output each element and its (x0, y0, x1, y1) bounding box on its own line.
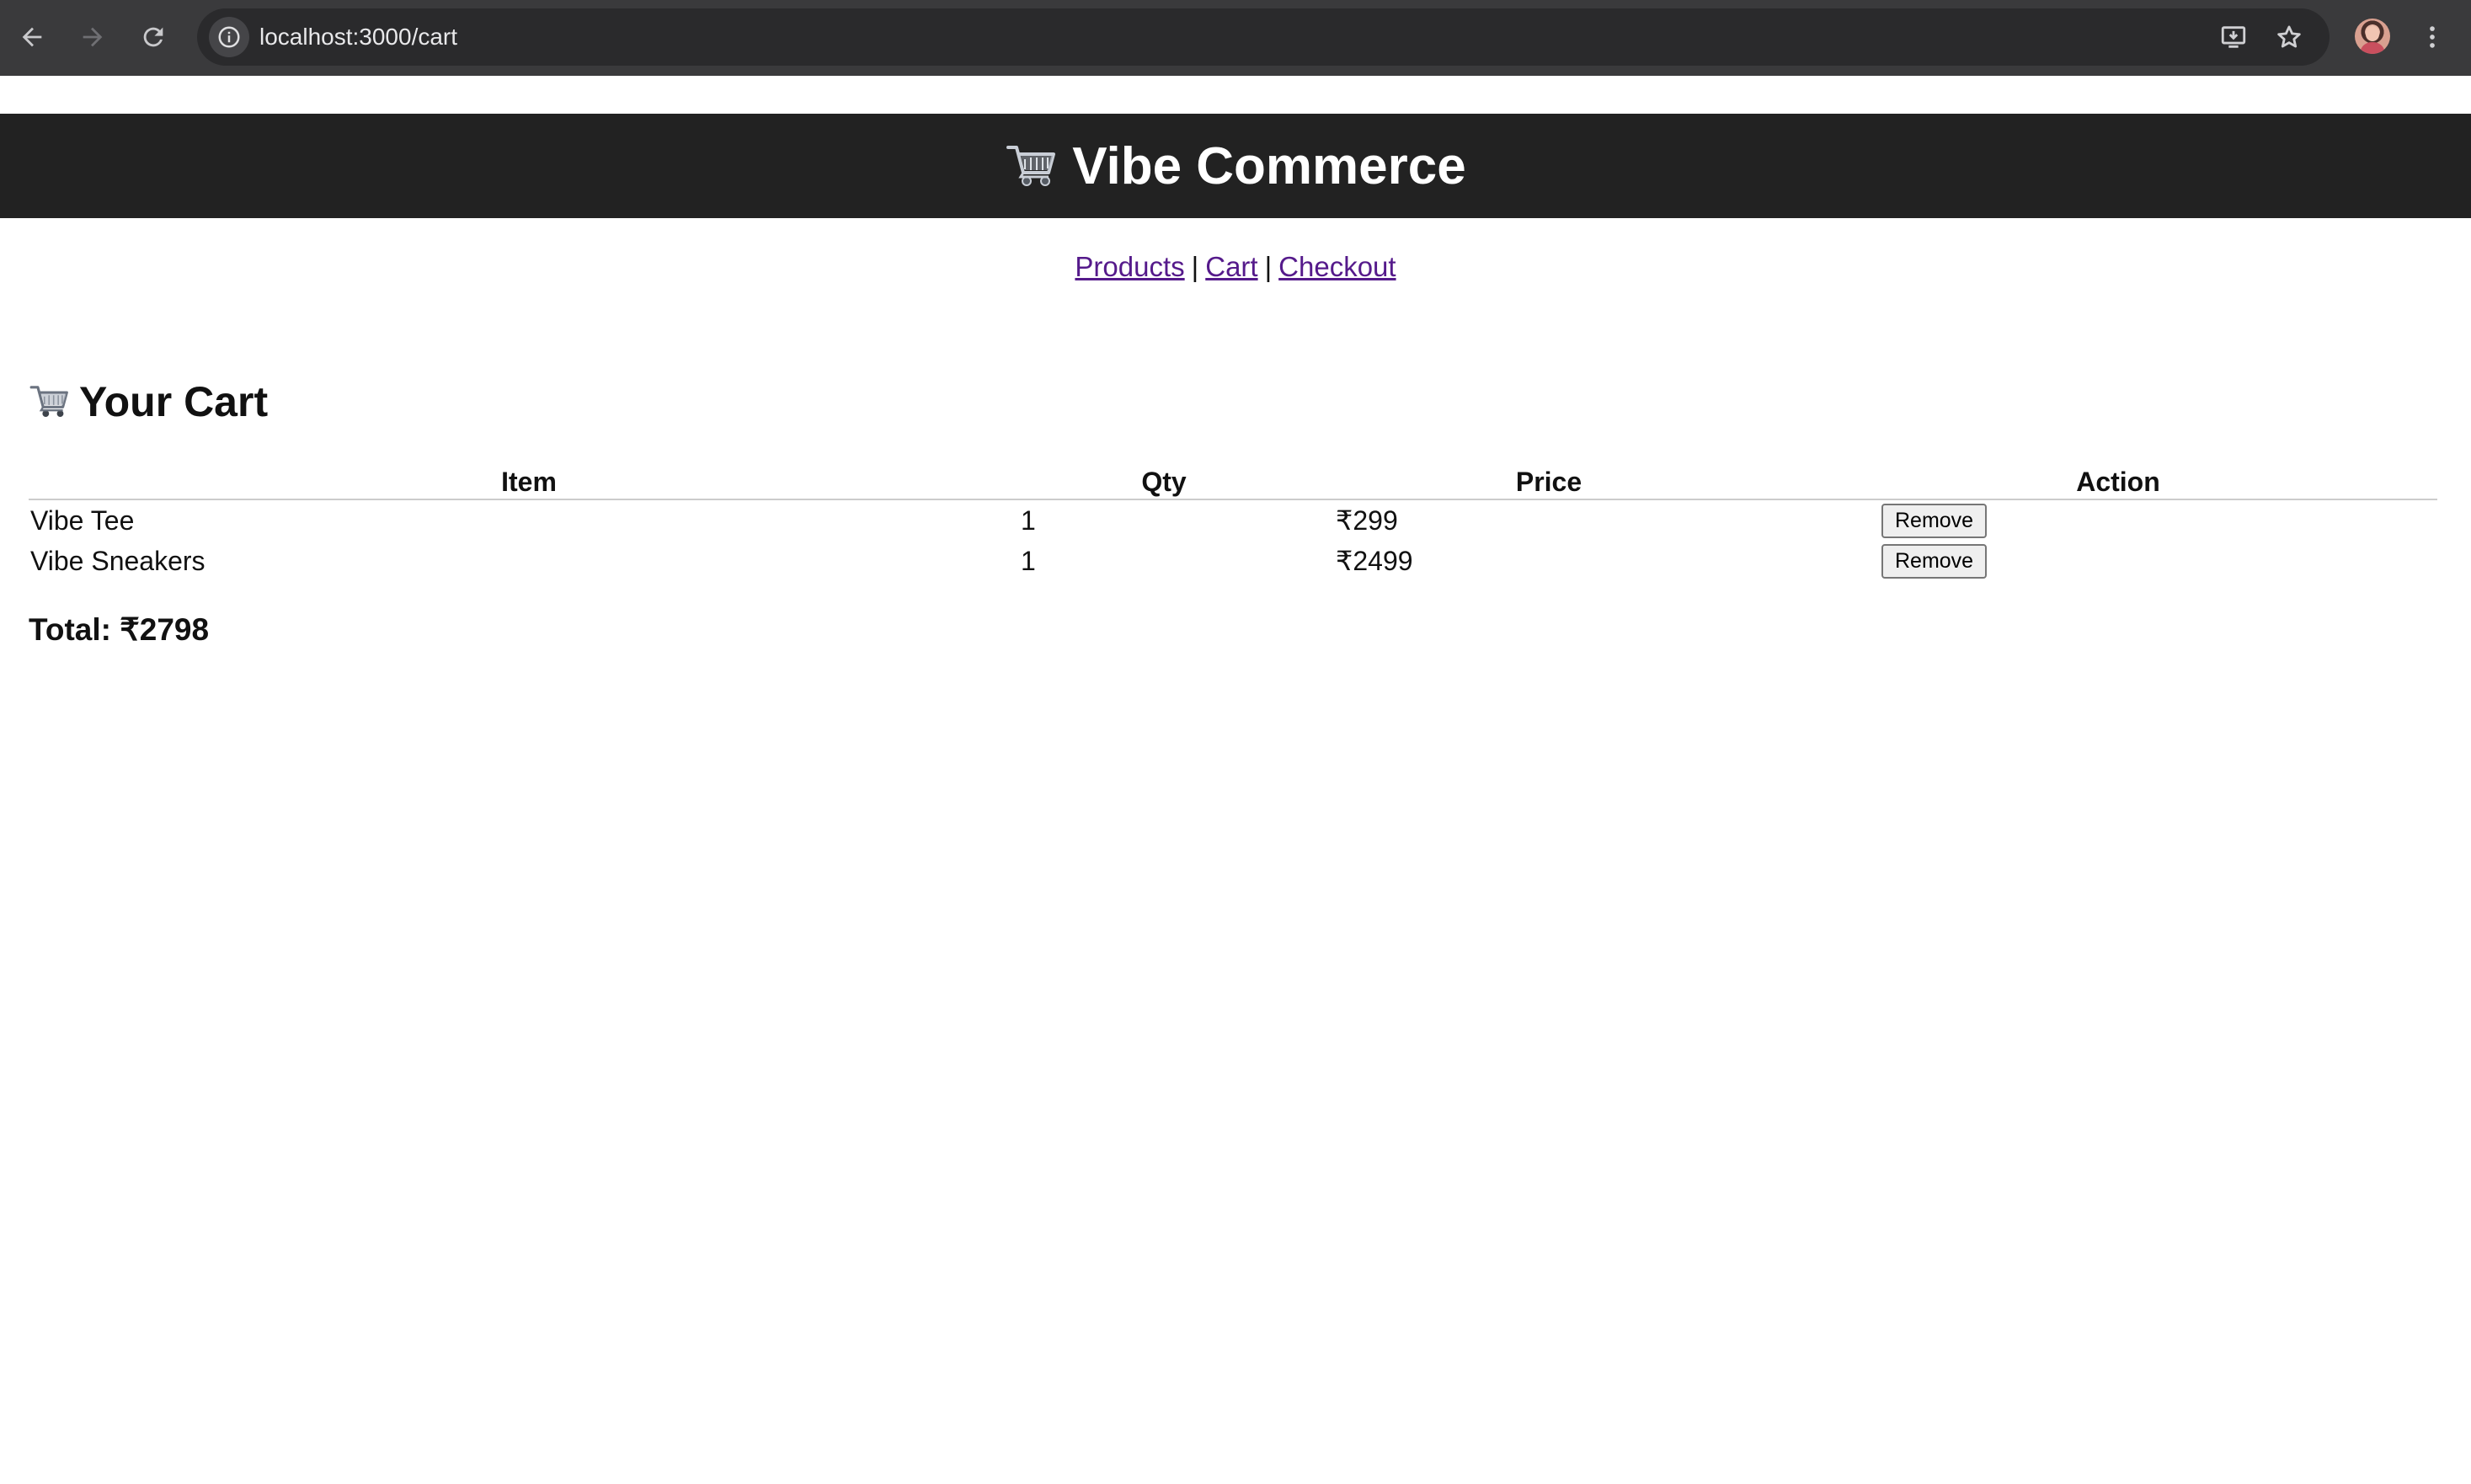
table-row: Vibe Tee 1 ₹299 Remove (29, 499, 2437, 541)
star-icon (2277, 25, 2301, 48)
cart-total: Total: ₹2798 (29, 612, 210, 647)
install-app-button[interactable] (2217, 20, 2250, 54)
nav-separator: | (1191, 251, 1199, 282)
cart-item-price: ₹299 (1336, 505, 1398, 536)
browser-toolbar: localhost:3000/cart (0, 0, 2471, 76)
remove-button[interactable]: Remove (1881, 504, 1988, 538)
column-header-item: Item (29, 465, 1029, 500)
back-button[interactable] (10, 15, 54, 59)
cart-item-action: Remove (1799, 499, 2437, 541)
profile-avatar[interactable] (2355, 19, 2390, 54)
url-text[interactable]: localhost:3000/cart (259, 8, 457, 66)
cart-table: Item Qty Price Action Vibe Tee 1 ₹299 Re… (29, 465, 2437, 581)
page-title-text: Your Cart (79, 378, 269, 425)
cart-item-qty: 1 (1021, 504, 1036, 536)
cart-item-action: Remove (1799, 541, 2437, 581)
site-nav: Products | Cart | Checkout (0, 251, 2471, 283)
site-header: Vibe Commerce (0, 114, 2471, 218)
cart-item-name: Vibe Sneakers (30, 545, 205, 576)
shopping-cart-icon (29, 381, 71, 423)
shopping-cart-icon (1005, 141, 1059, 191)
bookmark-button[interactable] (2272, 20, 2306, 54)
page-title: Your Cart (29, 377, 268, 426)
info-icon (218, 26, 240, 48)
forward-button[interactable] (71, 15, 115, 59)
site-info-button[interactable] (209, 17, 249, 57)
column-header-price: Price (1299, 465, 1799, 500)
reload-icon (143, 27, 163, 47)
nav-link-cart[interactable]: Cart (1205, 251, 1257, 282)
column-header-action: Action (1799, 465, 2437, 500)
cart-item-name: Vibe Tee (30, 504, 135, 536)
cart-item-qty: 1 (1021, 545, 1036, 576)
site-title-text: Vibe Commerce (1072, 136, 1466, 195)
address-bar[interactable]: localhost:3000/cart (197, 8, 2330, 66)
browser-menu-button[interactable] (2414, 19, 2451, 56)
remove-button[interactable]: Remove (1881, 544, 1988, 579)
column-header-qty: Qty (1029, 465, 1299, 500)
arrow-right-icon (83, 27, 103, 47)
table-row: Vibe Sneakers 1 ₹2499 Remove (29, 541, 2437, 581)
site-title: Vibe Commerce (1005, 136, 1466, 196)
nav-link-products[interactable]: Products (1075, 251, 1184, 282)
install-app-icon (2221, 26, 2246, 48)
cart-item-price: ₹2499 (1336, 546, 1413, 576)
table-header-row: Item Qty Price Action (29, 465, 2437, 500)
nav-separator: | (1264, 251, 1273, 282)
nav-link-checkout[interactable]: Checkout (1278, 251, 1396, 282)
kebab-menu-icon (2430, 26, 2435, 48)
arrow-left-icon (22, 27, 42, 47)
reload-button[interactable] (131, 15, 175, 59)
